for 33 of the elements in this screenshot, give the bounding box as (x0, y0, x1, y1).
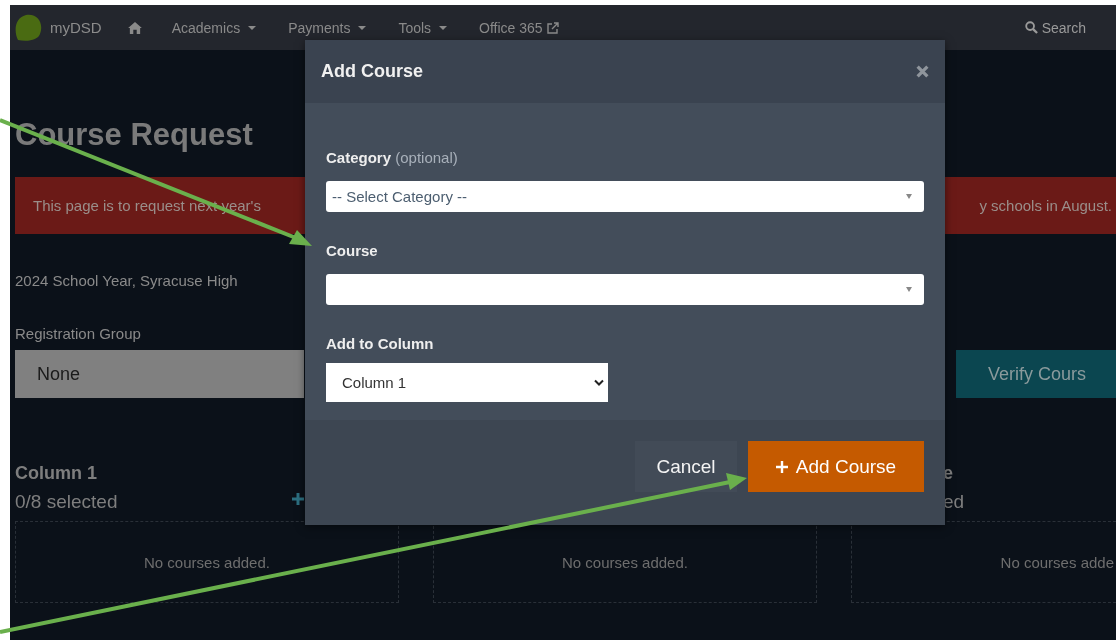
nav-menu-item[interactable]: Payments (288, 19, 367, 36)
nav-menu-item[interactable]: Academics (171, 19, 257, 36)
add-course-button[interactable]: Add Course (748, 441, 924, 492)
empty-message: No courses added. (144, 553, 270, 571)
home-icon[interactable] (127, 21, 142, 34)
search-link[interactable]: Search (1024, 19, 1086, 36)
chevron-down-icon (594, 379, 604, 386)
leaf-logo-icon[interactable] (14, 13, 44, 42)
column-select[interactable]: Column 1 (326, 363, 608, 402)
add-icon[interactable] (292, 493, 304, 505)
field-label: Category (326, 149, 392, 166)
notice-text: y schools in August. (979, 197, 1112, 214)
empty-message: No courses adde (1000, 553, 1114, 571)
column-title: Column 1 (15, 463, 98, 485)
close-icon[interactable] (916, 65, 929, 78)
nav-menu-item[interactable]: Tools (398, 19, 448, 36)
plus-icon (775, 460, 788, 473)
category-select[interactable]: -- Select Category -- (326, 181, 924, 212)
optional-hint: (optional) (395, 149, 458, 166)
external-link-icon (546, 21, 559, 34)
field-label: Course (326, 242, 379, 261)
selected-count: 0/8 selected (15, 491, 118, 514)
search-icon (1024, 21, 1038, 34)
dialog-title: Add Course (321, 61, 423, 82)
cancel-button[interactable]: Cancel (635, 441, 737, 492)
empty-message: No courses added. (562, 553, 688, 571)
field-label: Registration Group (15, 325, 141, 342)
verify-courses-button[interactable]: Verify Cours (956, 350, 1116, 398)
field-label: Add to Column (326, 335, 435, 354)
school-year-text: 2024 School Year, Syracuse High (15, 272, 238, 289)
brand-name[interactable]: myDSD (50, 19, 102, 36)
nav-menu-item[interactable]: Office 365 (479, 19, 559, 36)
registration-group-select[interactable]: None (15, 350, 304, 398)
